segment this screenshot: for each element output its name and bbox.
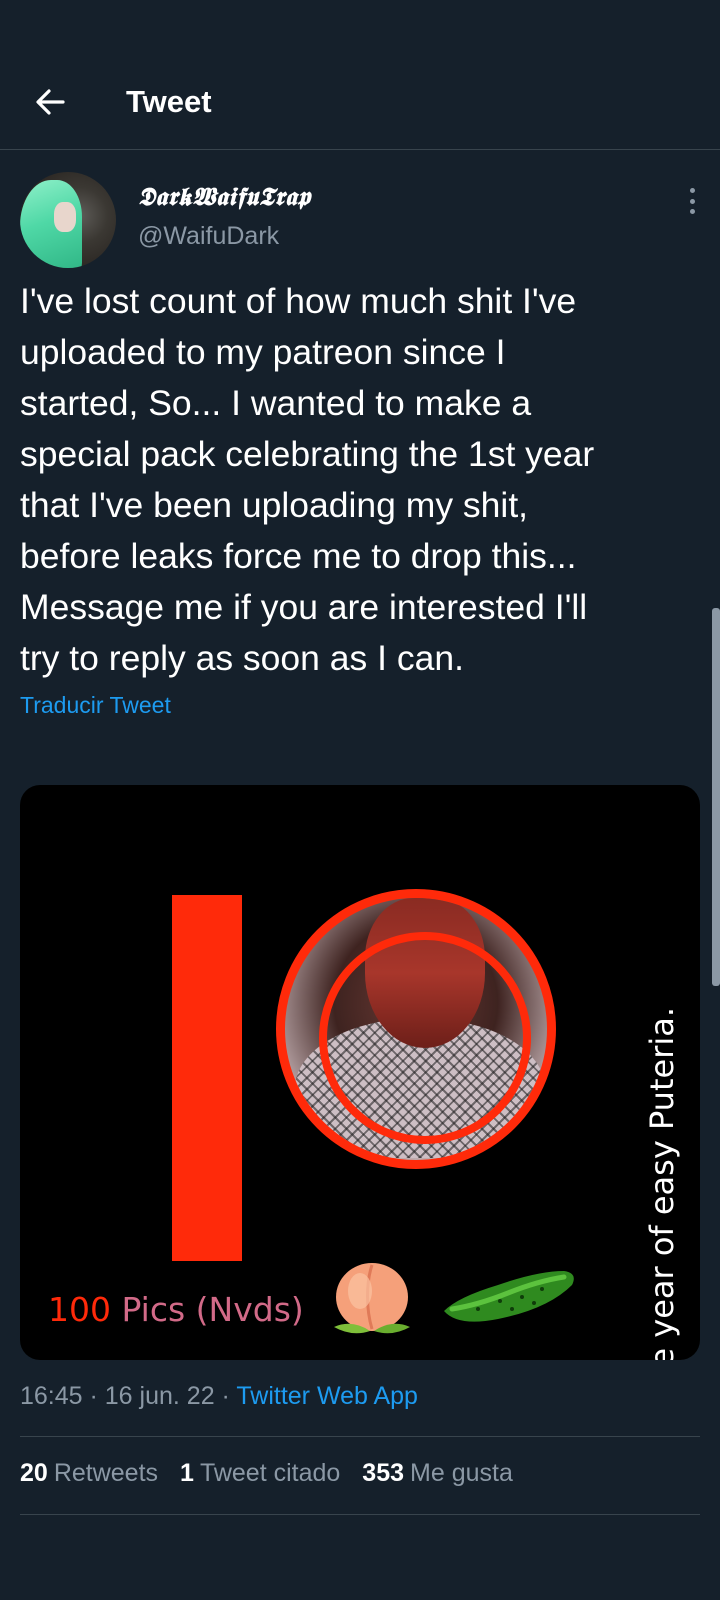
likes-stat[interactable]: 353 Me gusta: [362, 1459, 513, 1488]
retweets-count: 20: [20, 1459, 48, 1487]
meta-separator: ·: [82, 1382, 105, 1410]
more-dot-icon: [689, 188, 695, 193]
patreon-logo-bar: [172, 895, 242, 1261]
back-button[interactable]: [30, 84, 70, 120]
likes-count: 353: [362, 1459, 405, 1487]
patreon-logo-circle: [276, 889, 556, 1169]
author-display-name[interactable]: 𝕯𝖆𝖗𝖐𝖂𝖆𝖎𝖋𝖚𝕿𝖗𝖆𝖕: [138, 182, 311, 212]
page-title: Tweet: [126, 84, 212, 119]
tweet-media-image[interactable]: One year of easy Puteria. 100 Pics (Nvds…: [20, 785, 700, 1360]
avatar-face: [54, 202, 76, 232]
cucumber-icon: [444, 1271, 574, 1322]
peach-icon: [334, 1263, 410, 1334]
pics-number: 100: [48, 1290, 111, 1329]
author-handle[interactable]: @WaifuDark: [138, 222, 279, 251]
more-dot-icon: [689, 209, 695, 214]
inner-ring: [319, 932, 531, 1144]
tweet-date[interactable]: 16 jun. 22: [105, 1382, 215, 1410]
quotes-count: 1: [180, 1459, 194, 1487]
tweet-time[interactable]: 16:45: [20, 1382, 83, 1410]
tweet-meta: 16:45 · 16 jun. 22 · Twitter Web App: [20, 1382, 418, 1411]
retweets-stat[interactable]: 20 Retweets: [20, 1459, 158, 1488]
tweet-text: I've lost count of how much shit I've up…: [20, 281, 595, 678]
tweet-author: 𝕯𝖆𝖗𝖐𝖂𝖆𝖎𝖋𝖚𝕿𝖗𝖆𝖕 @WaifuDark: [20, 172, 700, 268]
arrow-left-icon: [36, 89, 65, 115]
pics-label: Pics (Nvds): [121, 1290, 304, 1329]
divider: [20, 1436, 700, 1437]
tweet-stats: 20 Retweets 1 Tweet citado 353 Me gusta: [20, 1459, 513, 1488]
divider: [20, 1514, 700, 1515]
media-side-caption: One year of easy Puteria.: [643, 1006, 681, 1360]
quotes-label: Tweet citado: [199, 1459, 341, 1487]
meta-separator: ·: [214, 1382, 237, 1410]
retweets-label: Retweets: [53, 1459, 159, 1487]
more-dot-icon: [689, 198, 695, 204]
media-pics-caption: 100 Pics (Nvds): [48, 1290, 304, 1329]
scrollbar[interactable]: [712, 608, 720, 986]
more-options-button[interactable]: [682, 186, 702, 216]
tweet-source-link[interactable]: Twitter Web App: [236, 1382, 418, 1410]
avatar[interactable]: [20, 172, 116, 268]
likes-label: Me gusta: [410, 1459, 513, 1487]
quote-tweets-stat[interactable]: 1 Tweet citado: [180, 1459, 340, 1488]
translate-tweet-link[interactable]: Traducir Tweet: [20, 692, 171, 719]
top-app-bar: Tweet: [0, 0, 720, 150]
